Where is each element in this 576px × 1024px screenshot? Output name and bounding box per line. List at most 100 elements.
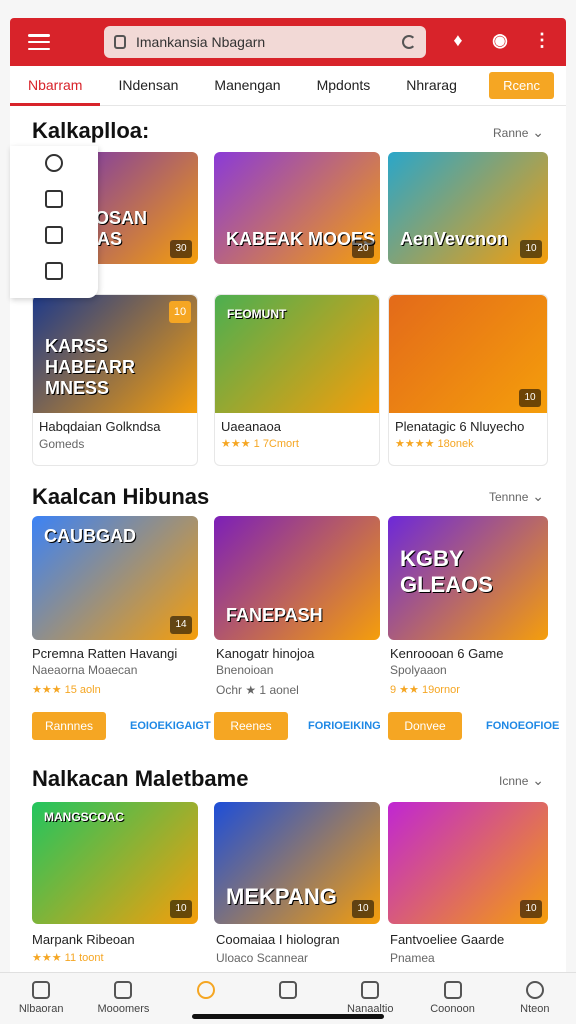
card-title: Fantvoeliee Gaarde bbox=[390, 932, 505, 947]
card-rating: ★★★ 11 toont bbox=[32, 952, 104, 964]
puzzle-icon[interactable] bbox=[45, 262, 63, 280]
nav-label: Nteon bbox=[520, 1003, 550, 1015]
nav-item-6[interactable]: Coonoon bbox=[417, 973, 489, 1024]
card-title: Kanogatr hinojoa bbox=[216, 646, 315, 661]
card-title: Habqdaian Golkndsa bbox=[39, 419, 161, 434]
home-icon bbox=[32, 981, 51, 999]
more-vertical-icon[interactable]: ⋮ bbox=[532, 30, 552, 50]
card-subtitle: Naeaorna Moaecan bbox=[32, 663, 138, 677]
tab-4[interactable]: Nhrarag bbox=[388, 66, 475, 106]
card-thumb: FEOMUNT bbox=[215, 295, 379, 413]
thumb-corner: 10 bbox=[352, 900, 374, 918]
thumb-label: KARSS HABEARR MNESS bbox=[45, 336, 135, 398]
game-thumb[interactable]: MANGSCOAC 10 bbox=[32, 802, 198, 924]
game-thumb[interactable]: KGBY GLEAOS bbox=[388, 516, 548, 640]
nav-label: Coonoon bbox=[430, 1003, 475, 1015]
section-title-3: Nalkacan Maletbame bbox=[32, 766, 249, 791]
nav-item-home[interactable]: Nlbaoran bbox=[5, 973, 77, 1024]
thumb-corner: 20 bbox=[352, 240, 374, 258]
tab-3[interactable]: Mpdonts bbox=[299, 66, 389, 106]
play-button[interactable]: Rannnes bbox=[32, 712, 106, 740]
account-icon[interactable]: ◉ bbox=[490, 30, 510, 50]
grid-icon[interactable] bbox=[45, 226, 63, 244]
section-title-2: Kaalcan Hibunas bbox=[32, 484, 210, 509]
section-more-2[interactable]: Tennne bbox=[489, 488, 544, 505]
thumb-label: CAUBGAD bbox=[44, 526, 136, 546]
card-subtitle: Uloaco Scannear bbox=[216, 951, 309, 965]
bookmark-icon[interactable] bbox=[45, 190, 63, 208]
card-subtitle: Gomeds bbox=[39, 437, 85, 451]
game-thumb[interactable]: 10 bbox=[388, 802, 548, 924]
card-title: Uaeanaoa bbox=[221, 419, 281, 434]
nav-label: Mooomers bbox=[97, 1003, 150, 1015]
gamepad-icon bbox=[443, 981, 462, 999]
tablet-icon bbox=[278, 981, 297, 999]
card-subtitle: Pnamea bbox=[390, 951, 435, 965]
thumb-corner: 30 bbox=[170, 240, 192, 258]
thumb-label: AenVevcnon bbox=[400, 229, 509, 249]
game-thumb[interactable]: AenVevcnon 10 bbox=[388, 152, 548, 264]
search-icon bbox=[114, 35, 126, 49]
thumb-label: FEOMUNT bbox=[227, 307, 287, 321]
card-rating: Ochr ★ 1 aonel bbox=[216, 683, 299, 697]
card-rating: ★★★★ 18onek bbox=[395, 438, 474, 450]
game-thumb[interactable]: KABEAK MOOES 20 bbox=[214, 152, 380, 264]
profile-icon bbox=[525, 981, 544, 999]
badge-icon: 10 bbox=[169, 301, 191, 323]
card-rating: ★★★ 15 aoln bbox=[32, 684, 101, 696]
card-title: Marpank Ribeoan bbox=[32, 932, 135, 947]
refresh-icon[interactable] bbox=[402, 35, 416, 49]
info-link[interactable]: FORIOEIKING bbox=[308, 720, 381, 732]
card-title: Pcremna Ratten Havangi bbox=[32, 646, 178, 661]
top-app-bar: Imankansia Nbagarn ♦ ◉ ⋮ bbox=[10, 18, 566, 66]
document-icon bbox=[361, 981, 380, 999]
heart-icon[interactable] bbox=[45, 154, 63, 172]
card-title: Coomaiaa I hiologran bbox=[216, 932, 340, 947]
wand-icon bbox=[196, 981, 215, 999]
thumb-corner: 10 bbox=[519, 389, 541, 407]
play-button[interactable]: Donvee bbox=[388, 712, 462, 740]
section-more-3[interactable]: Icnne bbox=[499, 772, 544, 789]
game-thumb[interactable]: FANEPASH bbox=[214, 516, 380, 640]
game-card[interactable]: KARSS HABEARR MNESS 10 Habqdaian Golknds… bbox=[32, 294, 198, 466]
card-rating: ★★★ 1 7Cmort bbox=[221, 438, 299, 450]
thumb-corner: 10 bbox=[520, 240, 542, 258]
home-indicator bbox=[192, 1014, 384, 1019]
tab-action-button[interactable]: Rcenc bbox=[489, 72, 554, 99]
shield-icon[interactable]: ♦ bbox=[448, 30, 468, 50]
section-title-1: Kalkaplloa: bbox=[32, 118, 150, 143]
menu-icon[interactable] bbox=[28, 34, 50, 50]
game-card[interactable]: 10 Plenatagic 6 Nluyecho ★★★★ 18onek bbox=[388, 294, 548, 466]
game-thumb[interactable]: CAUBGAD 14 bbox=[32, 516, 198, 640]
card-thumb: KARSS HABEARR MNESS 10 bbox=[33, 295, 197, 413]
card-thumb: 10 bbox=[389, 295, 547, 413]
nav-item-2[interactable]: Mooomers bbox=[87, 973, 159, 1024]
section-more-1[interactable]: Ranne bbox=[493, 124, 544, 141]
game-thumb[interactable]: MEKPANG 10 bbox=[214, 802, 380, 924]
thumb-corner: 10 bbox=[520, 900, 542, 918]
tab-2[interactable]: Manengan bbox=[196, 66, 298, 106]
search-text[interactable]: Imankansia Nbagarn bbox=[136, 34, 402, 50]
game-card[interactable]: FEOMUNT Uaeanaoa ★★★ 1 7Cmort bbox=[214, 294, 380, 466]
thumb-corner: 14 bbox=[170, 616, 192, 634]
nav-item-profile[interactable]: Nteon bbox=[499, 973, 571, 1024]
thumb-label: FANEPASH bbox=[226, 605, 323, 625]
thumb-label: MEKPANG bbox=[226, 884, 337, 909]
nav-label: Nlbaoran bbox=[18, 1003, 64, 1015]
side-toolbar bbox=[10, 146, 98, 298]
play-button[interactable]: Reenes bbox=[214, 712, 288, 740]
tab-1[interactable]: INdensan bbox=[100, 66, 196, 106]
thumb-label: MANGSCOAC bbox=[44, 810, 124, 824]
info-link[interactable]: EOIOEKIGAIGT bbox=[130, 720, 211, 732]
card-rating: 9 ★★ 19ornor bbox=[390, 684, 460, 696]
thumb-corner: 10 bbox=[170, 900, 192, 918]
category-tabs: Nbarram INdensan Manengan Mpdonts Nhrara… bbox=[10, 66, 566, 106]
card-subtitle: Bnenoioan bbox=[216, 663, 274, 677]
card-title: Plenatagic 6 Nluyecho bbox=[395, 419, 525, 434]
tab-0[interactable]: Nbarram bbox=[10, 66, 101, 106]
card-subtitle: Spolyaaon bbox=[390, 663, 447, 677]
controller-icon bbox=[114, 981, 133, 999]
thumb-label: KGBY GLEAOS bbox=[400, 546, 493, 597]
info-link[interactable]: FONOEOFIOE bbox=[486, 720, 559, 732]
search-bar[interactable]: Imankansia Nbagarn bbox=[104, 26, 426, 58]
